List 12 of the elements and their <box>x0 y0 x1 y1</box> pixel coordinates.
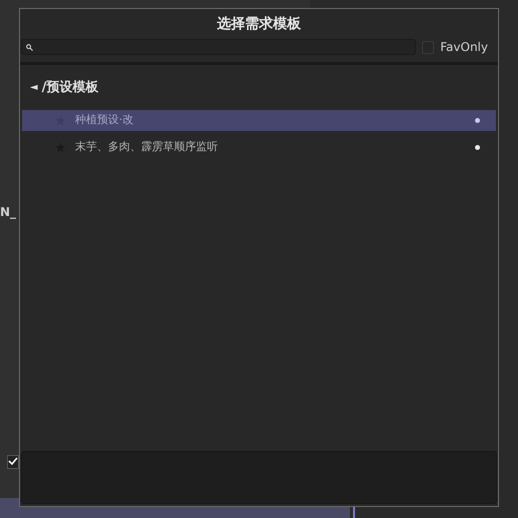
item-label: 末芋、多肉、霹雳草顺序监听 <box>75 138 219 155</box>
breadcrumb-path: /预设模板 <box>42 79 98 97</box>
template-item[interactable]: 种植预设·改 <box>22 110 496 130</box>
background-label: N_ <box>0 204 16 221</box>
checkbox[interactable] <box>7 455 19 469</box>
dialog-title: 选择需求模板 <box>217 15 301 34</box>
back-button[interactable]: ◄ <box>30 80 38 96</box>
template-item[interactable]: 末芋、多肉、霹雳草顺序监听 <box>22 136 496 158</box>
item-label: 种植预设·改 <box>75 112 134 128</box>
checkbox-label: FavOnly <box>440 39 488 56</box>
search-icon <box>26 44 33 50</box>
search-field[interactable] <box>21 39 416 55</box>
